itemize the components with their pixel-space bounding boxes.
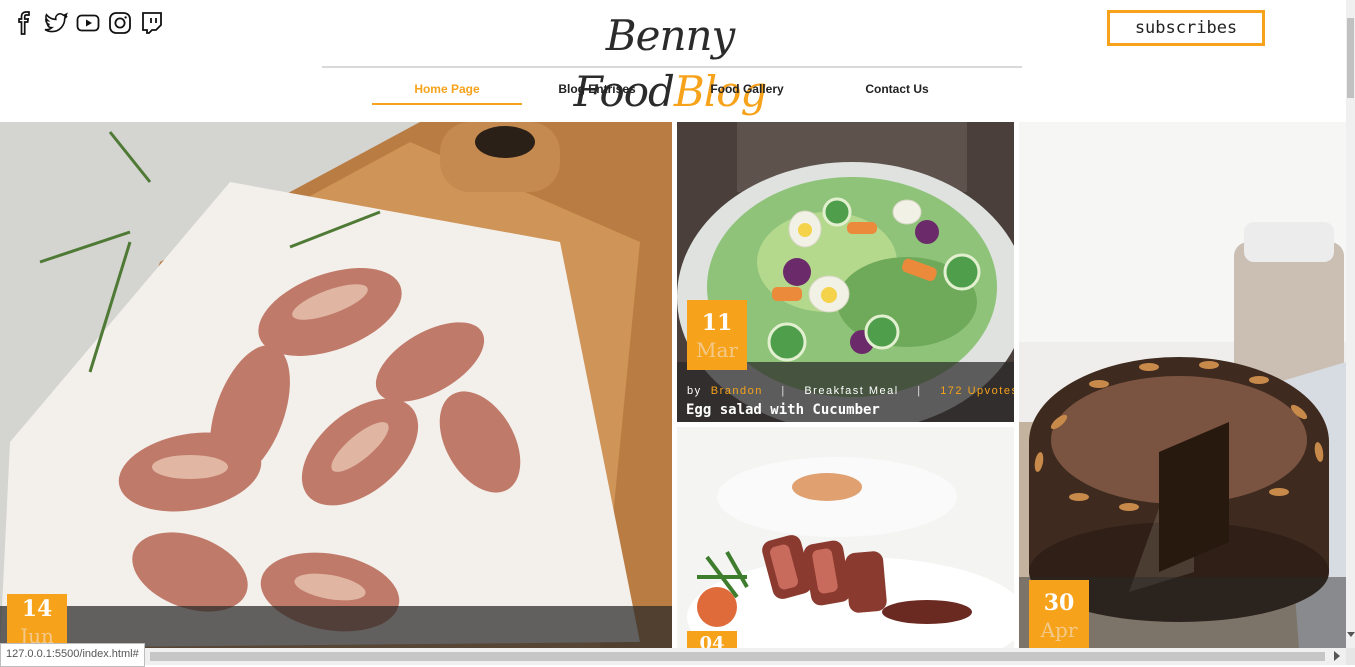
date-badge: 14 Jun <box>7 594 67 648</box>
bacon-rolls-image <box>0 122 672 648</box>
date-badge: 04 <box>687 631 737 648</box>
vertical-scrollbar[interactable] <box>1346 0 1355 648</box>
status-bar-url: 127.0.0.1:5500/index.html# <box>0 643 145 667</box>
meta-separator: | <box>781 385 786 397</box>
meta-separator: | <box>917 385 922 397</box>
social-links <box>8 10 168 36</box>
date-day: 11 <box>701 310 733 336</box>
date-badge: 11 Mar <box>687 300 747 370</box>
youtube-icon[interactable] <box>72 10 104 36</box>
steak-dish-image <box>677 427 1014 648</box>
nav-home[interactable]: Home Page <box>372 78 522 105</box>
egg-salad-image <box>677 122 1014 422</box>
facebook-icon[interactable] <box>8 10 40 36</box>
vertical-scroll-thumb[interactable] <box>1347 18 1354 98</box>
post-votes: 172 Upvotes <box>940 385 1014 397</box>
main-nav: Home Page Blog Entrises Food Gallery Con… <box>372 78 972 105</box>
date-day: 04 <box>699 633 725 648</box>
post-by: by <box>687 385 702 397</box>
post-card-cake[interactable]: 30 Apr <box>1019 122 1346 648</box>
post-title[interactable]: Egg salad with Cucumber <box>686 402 880 418</box>
chocolate-cake-image <box>1019 122 1346 648</box>
date-day: 14 <box>21 596 53 622</box>
scroll-right-arrow-icon[interactable] <box>1334 651 1340 661</box>
nav-blog-entries[interactable]: Blog Entrises <box>522 78 672 105</box>
post-card-salad[interactable]: 11 Mar by Brandon | Breakfast Meal | 172… <box>677 122 1014 422</box>
nav-food-gallery[interactable]: Food Gallery <box>672 78 822 105</box>
date-month: Apr <box>1040 618 1078 642</box>
scrollbar-corner <box>1346 648 1355 665</box>
scroll-down-arrow-icon[interactable] <box>1347 632 1355 637</box>
post-category[interactable]: Breakfast Meal <box>804 385 898 397</box>
post-author[interactable]: Brandon <box>711 385 763 397</box>
date-month: Mar <box>696 338 738 362</box>
horizontal-scrollbar[interactable] <box>0 648 1346 665</box>
instagram-icon[interactable] <box>104 10 136 36</box>
date-badge: 30 Apr <box>1029 580 1089 648</box>
twitter-icon[interactable] <box>40 10 72 36</box>
header-divider <box>322 66 1022 68</box>
subscribe-button[interactable]: subscribes <box>1107 10 1265 46</box>
post-meta: by Brandon | Breakfast Meal | 172 Upvote… <box>687 385 1014 397</box>
date-day: 30 <box>1043 590 1075 616</box>
twitch-icon[interactable] <box>136 10 168 36</box>
post-card-bacon[interactable]: 14 Jun <box>0 122 672 648</box>
post-card-steak[interactable]: 04 <box>677 427 1014 648</box>
nav-contact[interactable]: Contact Us <box>822 78 972 105</box>
horizontal-scroll-thumb[interactable] <box>150 652 1325 661</box>
